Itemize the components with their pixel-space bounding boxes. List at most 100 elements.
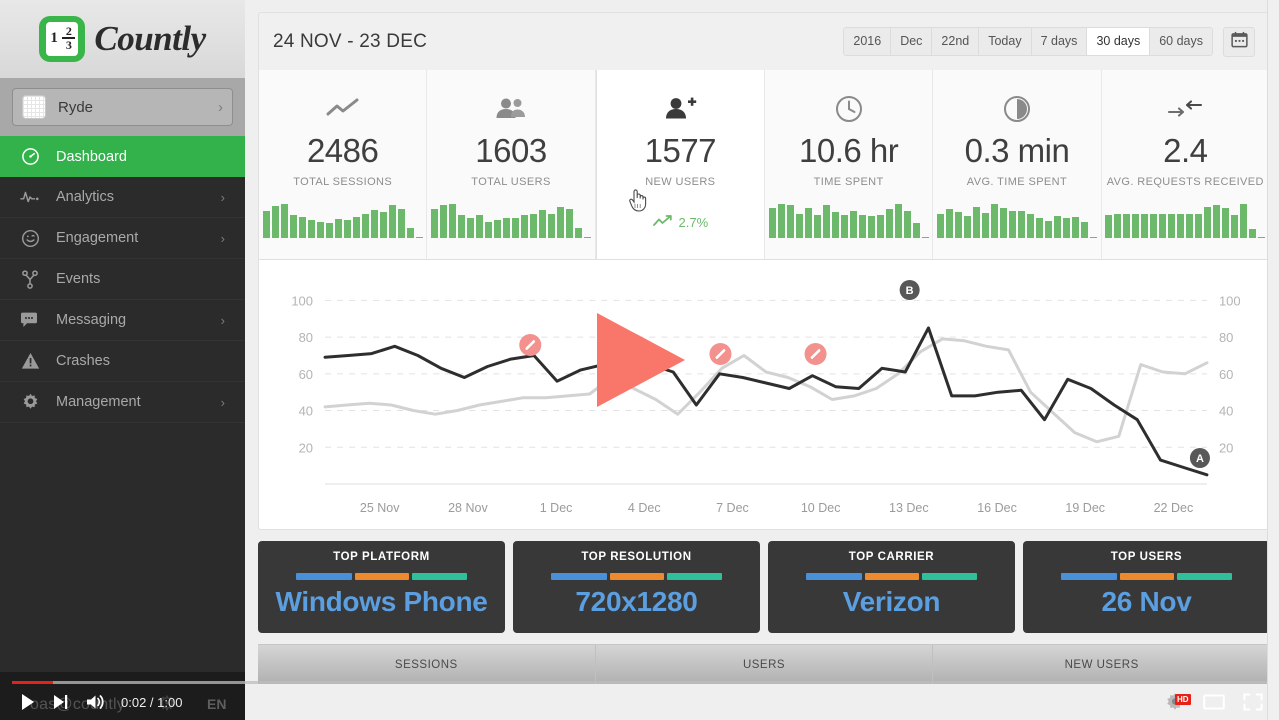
kpi-value: 2.4 — [1163, 132, 1208, 169]
kpi-avg-time-spent[interactable]: 0.3 min AVG. TIME SPENT — [933, 70, 1102, 259]
kpi-trend-value: 2.7% — [678, 215, 709, 230]
chevron-icon: › — [220, 312, 225, 328]
top-users-card[interactable]: TOP USERS 26 Nov — [1023, 541, 1270, 633]
sidebar-item-analytics[interactable]: Analytics › — [0, 177, 245, 218]
clock-icon — [835, 92, 863, 126]
sidebar-item-label: Management — [56, 394, 141, 410]
card-title: TOP USERS — [1110, 551, 1183, 563]
pulse-icon — [20, 189, 40, 205]
card-value: 26 Nov — [1101, 586, 1192, 617]
kpi-label: TOTAL USERS — [471, 176, 551, 188]
sidebar-item-label: Engagement — [56, 230, 139, 246]
top-carrier-card[interactable]: TOP CARRIER Verizon — [768, 541, 1015, 633]
top-metric-cards: TOP PLATFORM Windows Phone TOP RESOLUTIO… — [258, 541, 1270, 633]
volume-icon[interactable] — [85, 693, 105, 711]
countly-logo-icon: 1 2 3 — [39, 16, 86, 62]
range-button-dec[interactable]: Dec — [890, 27, 932, 56]
fullscreen-icon[interactable] — [1243, 693, 1263, 711]
sidebar-item-messaging[interactable]: Messaging › — [0, 300, 245, 341]
date-range-buttons: 2016 Dec 22nd Today 7 days 30 days 60 da… — [843, 27, 1213, 56]
logo-fraction-bottom: 3 — [65, 37, 72, 52]
sidebar-item-crashes[interactable]: Crashes — [0, 341, 245, 382]
brand-name: Countly — [94, 19, 206, 58]
add-user-icon — [663, 92, 697, 126]
kpi-value: 1603 — [475, 132, 547, 169]
range-button-60days[interactable]: 60 days — [1149, 27, 1213, 56]
top-resolution-card[interactable]: TOP RESOLUTION 720x1280 — [513, 541, 760, 633]
logo-numerator: 1 — [50, 30, 58, 46]
date-range-bar: 24 NOV - 23 DEC 2016 Dec 22nd Today 7 da… — [258, 12, 1270, 70]
calendar-button[interactable] — [1223, 26, 1255, 57]
page-scrollbar[interactable] — [1267, 0, 1279, 720]
sidebar-filler — [0, 423, 245, 720]
svg-text:22 Dec: 22 Dec — [1154, 501, 1194, 515]
chevron-right-icon: › — [218, 98, 223, 116]
app-selector[interactable]: Ryde › — [12, 88, 233, 126]
kpi-avg-requests-received[interactable]: 2.4 AVG. REQUESTS RECEIVED — [1102, 70, 1269, 259]
video-time-display: 0:02 / 1:00 — [121, 694, 183, 710]
svg-text:10 Dec: 10 Dec — [801, 501, 841, 515]
svg-text:4 Dec: 4 Dec — [628, 501, 661, 515]
svg-text:20: 20 — [299, 440, 313, 455]
kpi-value: 0.3 min — [964, 132, 1070, 169]
svg-text:19 Dec: 19 Dec — [1065, 501, 1105, 515]
sparkline — [262, 204, 423, 238]
main-line-chart[interactable]: 20 20 40 40 60 60 80 80 100 100 25 Nov 28 Nov 1 Dec 4… — [258, 260, 1270, 530]
pie-clock-icon — [1003, 92, 1031, 126]
card-title: TOP CARRIER — [848, 551, 935, 563]
kpi-time-spent[interactable]: 10.6 hr TIME SPENT — [765, 70, 934, 259]
sidebar-item-label: Messaging — [56, 312, 127, 328]
tab-new-users[interactable]: NEW USERS — [933, 645, 1270, 684]
theater-mode-icon[interactable] — [1203, 693, 1225, 711]
range-button-30days[interactable]: 30 days — [1086, 27, 1150, 56]
range-button-2016[interactable]: 2016 — [843, 27, 891, 56]
next-track-icon[interactable] — [52, 693, 69, 711]
sidebar-item-label: Analytics — [56, 189, 115, 205]
countly-dashboard-app: 1 2 3 Countly Ryde › Dashboard Analytics… — [0, 0, 1279, 720]
events-icon — [20, 269, 40, 289]
sidebar: 1 2 3 Countly Ryde › Dashboard Analytics… — [0, 0, 245, 720]
warning-icon — [20, 352, 40, 370]
svg-text:1 Dec: 1 Dec — [540, 501, 573, 515]
sidebar-item-dashboard[interactable]: Dashboard — [0, 136, 245, 177]
top-platform-card[interactable]: TOP PLATFORM Windows Phone — [258, 541, 505, 633]
card-value: Windows Phone — [275, 586, 488, 617]
trend-up-icon — [652, 215, 672, 230]
sidebar-item-engagement[interactable]: Engagement › — [0, 218, 245, 259]
range-button-today[interactable]: Today — [978, 27, 1031, 56]
card-bars — [1061, 573, 1232, 580]
svg-text:80: 80 — [299, 330, 313, 345]
play-icon[interactable] — [20, 693, 36, 711]
kpi-total-users[interactable]: 1603 TOTAL USERS — [427, 70, 596, 259]
requests-icon — [1167, 92, 1203, 126]
chat-icon — [20, 312, 40, 329]
kpi-label: AVG. REQUESTS RECEIVED — [1106, 176, 1264, 188]
sidebar-item-management[interactable]: Management › — [0, 382, 245, 423]
kpi-trend: 2.7% — [652, 215, 709, 230]
player-left-controls: 0:02 / 1:00 — [20, 684, 182, 720]
svg-text:60: 60 — [299, 367, 313, 382]
svg-text:20: 20 — [1219, 440, 1233, 455]
card-title: TOP PLATFORM — [333, 551, 430, 563]
kpi-new-users[interactable]: 1577 NEW USERS 2.7% — [595, 70, 765, 259]
gauge-icon — [20, 147, 40, 166]
range-button-22nd[interactable]: 22nd — [931, 27, 979, 56]
brand-logo: 1 2 3 Countly — [0, 0, 245, 78]
calendar-icon — [1230, 31, 1248, 53]
card-bars — [551, 573, 722, 580]
kpi-total-sessions[interactable]: 2486 TOTAL SESSIONS — [259, 70, 428, 259]
svg-text:7 Dec: 7 Dec — [716, 501, 749, 515]
sparkline — [430, 204, 591, 238]
range-button-7days[interactable]: 7 days — [1030, 27, 1087, 56]
svg-text:A: A — [1196, 453, 1204, 465]
svg-text:28 Nov: 28 Nov — [448, 501, 488, 515]
svg-text:60: 60 — [1219, 367, 1233, 382]
svg-text:16 Dec: 16 Dec — [977, 501, 1017, 515]
tab-sessions[interactable]: SESSIONS — [258, 645, 596, 684]
sidebar-item-events[interactable]: Events — [0, 259, 245, 300]
sparkline — [1105, 204, 1266, 238]
tab-users[interactable]: USERS — [596, 645, 934, 684]
svg-text:B: B — [906, 285, 914, 297]
settings-quality-control[interactable]: HD — [1165, 692, 1191, 712]
logo-fraction-top: 2 — [65, 24, 72, 38]
